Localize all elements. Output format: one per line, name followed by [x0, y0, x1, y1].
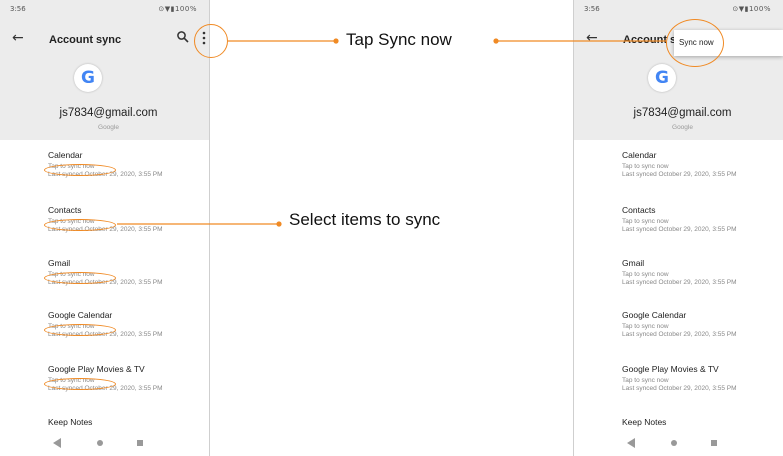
sync-now-highlight-oval [666, 19, 724, 67]
sync-item-name: Google Calendar [48, 310, 113, 320]
sync-item-google-play-movies[interactable]: Google Play Movies & TV Tap to sync now … [622, 364, 782, 400]
account-provider: Google [98, 124, 119, 131]
sync-item-calendar[interactable]: Calendar Tap to sync now Last synced Oct… [622, 150, 782, 186]
sync-item-name: Keep Notes [622, 417, 667, 427]
nav-back-icon[interactable] [53, 438, 61, 448]
status-bar: 3:56 ⊙▼▮100% [0, 0, 209, 18]
hint-highlight-oval [44, 219, 116, 231]
sync-item-last-synced: Last synced October 29, 2020, 3:55 PM [622, 331, 737, 338]
right-phone-screen: 3:56 ⊙▼▮100% ← Account s G js7834@gmail.… [573, 0, 783, 456]
account-header: G js7834@gmail.com Google [574, 62, 783, 140]
search-icon[interactable] [176, 30, 190, 44]
status-time: 3:56 [10, 5, 26, 13]
nav-recents-icon[interactable] [137, 440, 143, 446]
nav-home-icon[interactable] [97, 440, 103, 446]
callout-dot-select [276, 221, 282, 227]
sync-item-hint: Tap to sync now [622, 218, 669, 225]
nav-back-icon[interactable] [627, 438, 635, 448]
sync-item-name: Contacts [48, 205, 82, 215]
account-email: js7834@gmail.com [633, 107, 732, 119]
status-icons: ⊙▼▮100% [732, 5, 771, 13]
callout-dot-sync-right [493, 38, 499, 44]
hint-highlight-oval [44, 164, 116, 176]
hint-highlight-oval [44, 272, 116, 284]
sync-item-name: Google Calendar [622, 310, 687, 320]
sync-item-name: Keep Notes [48, 417, 93, 427]
page-title: Account sync [49, 34, 122, 46]
status-icons: ⊙▼▮100% [158, 5, 197, 13]
sync-item-last-synced: Last synced October 29, 2020, 3:55 PM [622, 385, 737, 392]
google-logo-icon: G [648, 64, 676, 92]
google-logo-icon: G [74, 64, 102, 92]
nav-home-icon[interactable] [671, 440, 677, 446]
system-nav-bar [0, 430, 209, 456]
sync-item-hint: Tap to sync now [622, 163, 669, 170]
sync-item-hint: Tap to sync now [622, 377, 669, 384]
hint-highlight-oval [44, 378, 116, 390]
sync-item-name: Calendar [622, 150, 657, 160]
sync-item-name: Gmail [622, 258, 645, 268]
status-bar: 3:56 ⊙▼▮100% [574, 0, 783, 18]
sync-item-hint: Tap to sync now [622, 323, 669, 330]
account-email: js7834@gmail.com [59, 107, 158, 119]
sync-item-name: Gmail [48, 258, 71, 268]
account-provider: Google [672, 124, 693, 131]
sync-item-name: Google Play Movies & TV [48, 364, 145, 374]
sync-item-name: Contacts [622, 205, 656, 215]
left-phone-screen: 3:56 ⊙▼▮100% ← Account sync G js7834@gma… [0, 0, 210, 456]
sync-item-name: Calendar [48, 150, 83, 160]
sync-item-last-synced: Last synced October 29, 2020, 3:55 PM [622, 279, 737, 286]
sync-item-contacts[interactable]: Contacts Tap to sync now Last synced Oct… [622, 205, 782, 241]
more-button-highlight-oval [194, 24, 228, 58]
account-header: G js7834@gmail.com Google [0, 62, 209, 140]
app-bar: ← Account sync [0, 18, 209, 62]
sync-item-gmail[interactable]: Gmail Tap to sync now Last synced Octobe… [622, 258, 782, 294]
callout-tap-sync-now: Tap Sync now [346, 30, 452, 49]
arrow-back-icon[interactable]: ← [586, 30, 602, 46]
arrow-back-icon[interactable]: ← [12, 30, 28, 46]
callout-select-items: Select items to sync [289, 210, 441, 229]
sync-item-google-calendar[interactable]: Google Calendar Tap to sync now Last syn… [622, 310, 782, 346]
status-time: 3:56 [584, 5, 600, 13]
nav-recents-icon[interactable] [711, 440, 717, 446]
sync-item-name: Google Play Movies & TV [622, 364, 719, 374]
system-nav-bar [574, 430, 783, 456]
sync-item-last-synced: Last synced October 29, 2020, 3:55 PM [622, 226, 737, 233]
hint-highlight-oval [44, 324, 116, 336]
sync-item-last-synced: Last synced October 29, 2020, 3:55 PM [622, 171, 737, 178]
sync-item-hint: Tap to sync now [622, 271, 669, 278]
callout-dot-sync-left [333, 38, 339, 44]
